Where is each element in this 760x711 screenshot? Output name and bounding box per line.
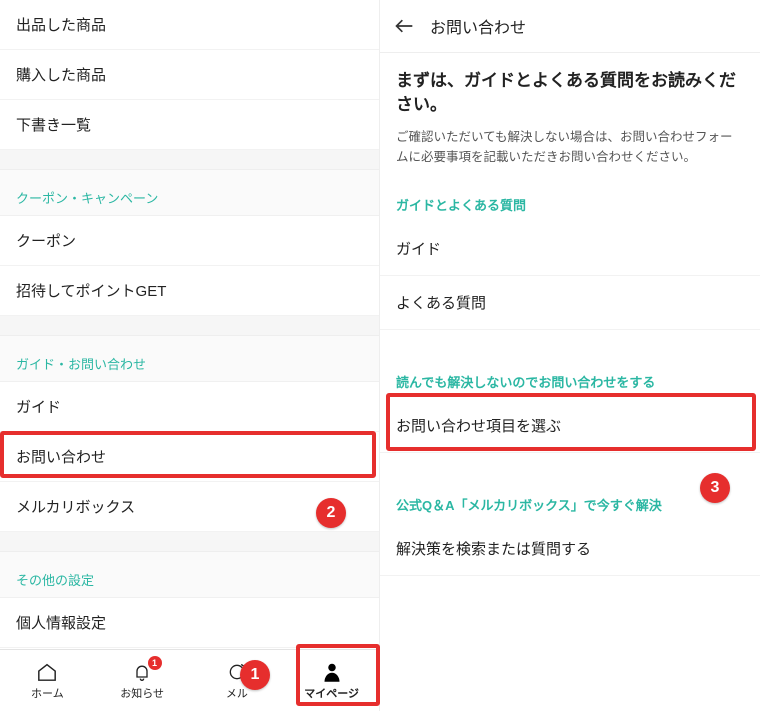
gap — [380, 330, 760, 354]
list-item-guide[interactable]: ガイド — [380, 222, 760, 276]
list-item-label: クーポン — [16, 230, 76, 251]
list-item[interactable]: 招待してポイントGET — [0, 266, 379, 316]
left-pane: 出品した商品 購入した商品 下書き一覧 クーポン・キャンペーン クーポン 招待し… — [0, 0, 380, 711]
list-item-label: お問い合わせ — [16, 446, 106, 467]
cashback-icon — [227, 661, 247, 683]
list-item-label: 下書き一覧 — [16, 114, 91, 135]
spacer — [0, 532, 379, 552]
list-item-label: ガイド — [16, 396, 61, 417]
nav-label: マイページ — [304, 685, 359, 701]
nav-label: メル — [226, 685, 248, 701]
right-pane: お問い合わせ まずは、ガイドとよくある質問をお読みください。 ご確認いただいても… — [380, 0, 760, 711]
nav-notice[interactable]: 1 お知らせ — [95, 650, 190, 711]
header-title: お問い合わせ — [430, 14, 526, 38]
home-icon — [36, 661, 58, 683]
list-item-contact[interactable]: お問い合わせ — [0, 432, 379, 482]
section-header-guide: ガイド・お問い合わせ — [0, 336, 379, 382]
hero: まずは、ガイドとよくある質問をお読みください。 ご確認いただいても解決しない場合… — [380, 53, 760, 177]
section-header-contact: 読んでも解決しないのでお問い合わせをする — [380, 354, 760, 399]
spacer — [0, 316, 379, 336]
list-item-guide[interactable]: ガイド — [0, 382, 379, 432]
list-item-label: メルカリボックス — [16, 496, 135, 517]
hero-title: まずは、ガイドとよくある質問をお読みください。 — [396, 69, 744, 117]
nav-home[interactable]: ホーム — [0, 650, 95, 711]
nav-mypage[interactable]: マイページ — [284, 650, 379, 711]
list-item[interactable]: 個人情報設定 — [0, 598, 379, 648]
notice-badge: 1 — [148, 656, 162, 670]
list-item-select-contact[interactable]: お問い合わせ項目を選ぶ — [380, 399, 760, 453]
list-item[interactable]: 下書き一覧 — [0, 100, 379, 150]
list-item-label: 解決策を検索または質問する — [396, 538, 591, 559]
list-item-mercaribox[interactable]: メルカリボックス — [0, 482, 379, 532]
person-icon — [323, 661, 341, 683]
section-header-other: その他の設定 — [0, 552, 379, 598]
gap — [380, 453, 760, 477]
list-item-label: 個人情報設定 — [16, 612, 106, 633]
bottom-nav: ホーム 1 お知らせ メル マイページ — [0, 649, 379, 711]
list-item-faq[interactable]: よくある質問 — [380, 276, 760, 330]
list-item-label: お問い合わせ項目を選ぶ — [396, 415, 561, 436]
hero-body: ご確認いただいても解決しない場合は、お問い合わせフォームに必要事項を記載いただき… — [396, 127, 744, 167]
section-header-coupon: クーポン・キャンペーン — [0, 170, 379, 216]
list-item-label: よくある質問 — [396, 292, 486, 313]
list-item-qabox-search[interactable]: 解決策を検索または質問する — [380, 522, 760, 576]
spacer — [0, 150, 379, 170]
section-header-qabox: 公式Q＆A「メルカリボックス」で今すぐ解決 — [380, 477, 760, 522]
list-item[interactable]: 購入した商品 — [0, 50, 379, 100]
list-item-label: 招待してポイントGET — [16, 280, 166, 301]
right-header: お問い合わせ — [380, 0, 760, 53]
list-item-label: ガイド — [396, 238, 441, 259]
list-item-label: 購入した商品 — [16, 64, 106, 85]
section-header-faq: ガイドとよくある質問 — [380, 177, 760, 222]
nav-label: お知らせ — [120, 685, 164, 701]
list-item[interactable]: 出品した商品 — [0, 0, 379, 50]
list-item[interactable]: クーポン — [0, 216, 379, 266]
back-arrow-icon[interactable] — [392, 14, 416, 38]
left-scroll: 出品した商品 購入した商品 下書き一覧 クーポン・キャンペーン クーポン 招待し… — [0, 0, 379, 649]
list-item-label: 出品した商品 — [16, 14, 106, 35]
nav-label: ホーム — [31, 685, 64, 701]
nav-mercari[interactable]: メル — [190, 650, 285, 711]
